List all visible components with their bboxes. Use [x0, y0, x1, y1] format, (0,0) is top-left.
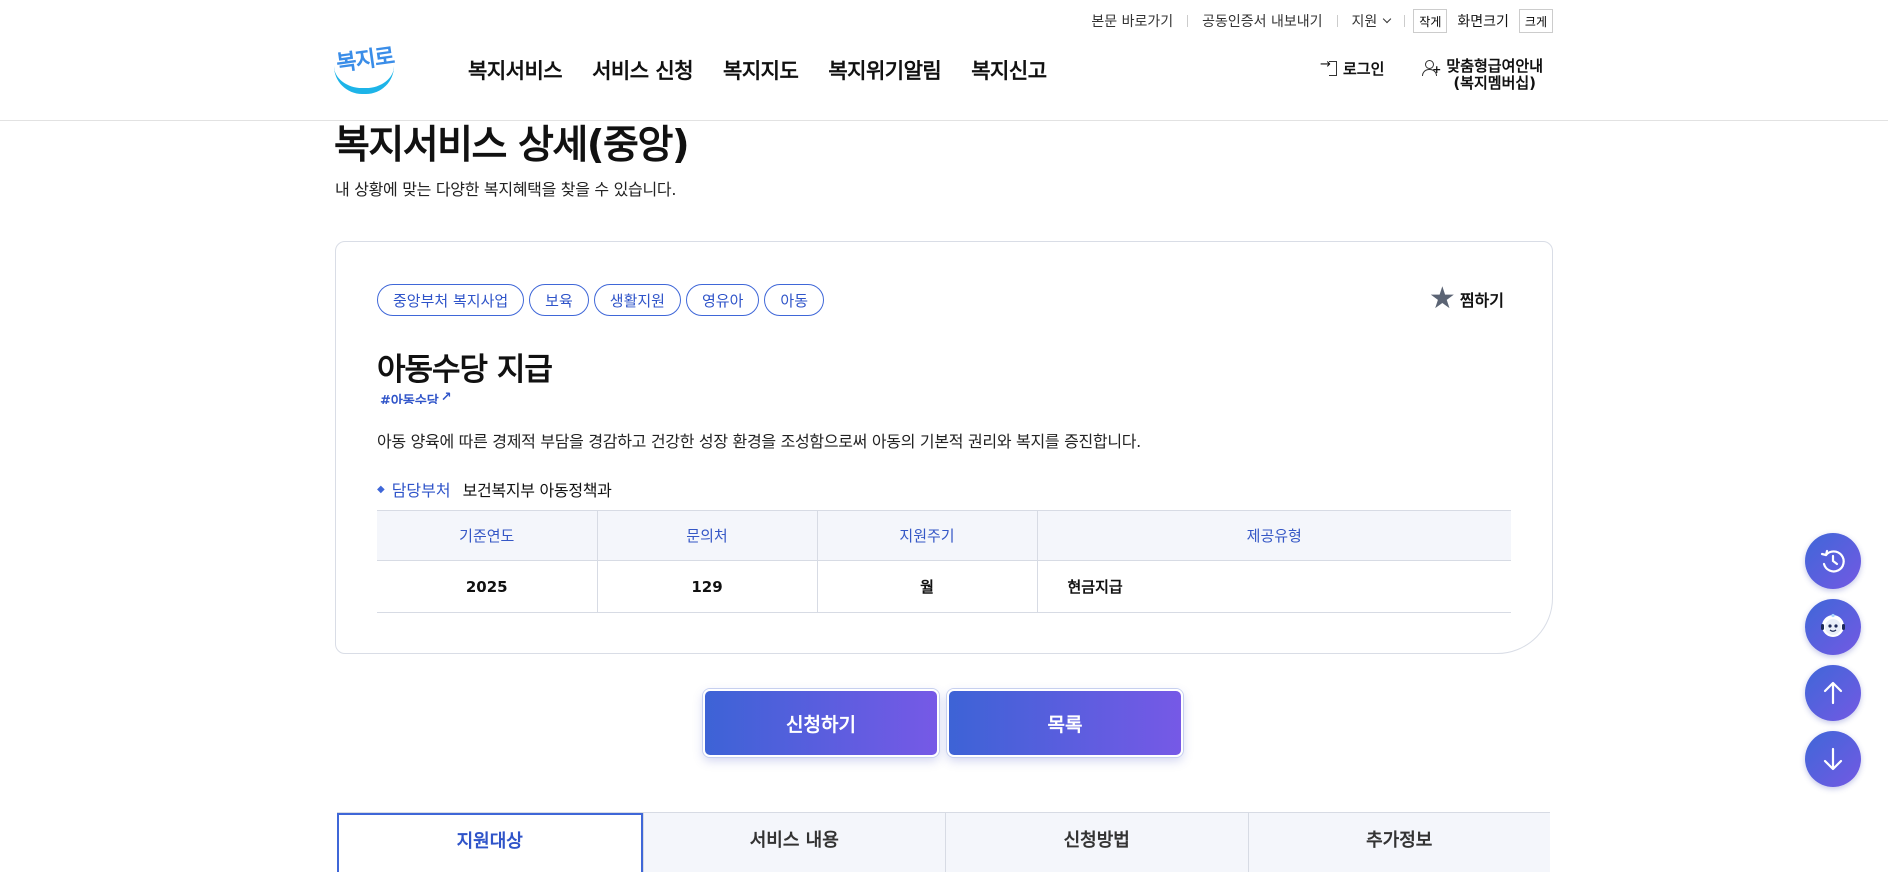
- scroll-bottom-button[interactable]: [1805, 731, 1861, 787]
- header-cycle: 지원주기: [816, 510, 1037, 561]
- page-title: 복지서비스 상세(중앙): [334, 123, 690, 168]
- page-subtitle: 내 상황에 맞는 다양한 복지혜택을 찾을 수 있습니다.: [335, 180, 677, 199]
- table-header-row: 기준연도 문의처 지원주기 제공유형: [377, 510, 1511, 561]
- login-label: 로그인: [1342, 60, 1385, 78]
- scroll-top-button[interactable]: [1805, 665, 1861, 721]
- cell-provision-type: 현금지급: [1036, 560, 1511, 613]
- header-actions: 로그인 + 맞춤형급여안내 (복지멤버십): [1320, 57, 1543, 92]
- membership-label: 맞춤형급여안내 (복지멤버십): [1446, 58, 1543, 92]
- language-label: 지원: [1351, 14, 1378, 30]
- nav-service-apply[interactable]: 서비스 신청: [592, 55, 693, 85]
- nav-welfare-report[interactable]: 복지신고: [971, 55, 1047, 85]
- chevron-down-icon: [1383, 14, 1392, 24]
- bookmark-label: 찜하기: [1459, 291, 1504, 310]
- tag-child[interactable]: 아동: [764, 284, 824, 316]
- arrow-up-icon: [1823, 681, 1843, 705]
- header-base-year: 기준연도: [377, 510, 597, 561]
- category-tags: 중앙부처 복지사업 보육 생활지원 영유아 아동: [377, 284, 824, 316]
- user-add-icon: +: [1422, 60, 1441, 76]
- tab-apply-method[interactable]: 신청방법: [945, 813, 1248, 872]
- cell-base-year: 2025: [377, 560, 597, 613]
- site-header: 복지로 복지서비스 서비스 신청 복지지도 복지위기알림 복지신고 로그인 + …: [0, 40, 1888, 121]
- list-button[interactable]: 목록: [947, 689, 1183, 757]
- floating-buttons: [1805, 533, 1861, 787]
- tab-service-content[interactable]: 서비스 내용: [642, 813, 945, 872]
- apply-button[interactable]: 신청하기: [703, 689, 939, 757]
- membership-line2: (복지멤버십): [1453, 74, 1537, 92]
- divider: [1404, 15, 1406, 27]
- tab-eligibility[interactable]: 지원대상: [337, 813, 643, 872]
- nav-welfare-map[interactable]: 복지지도: [723, 55, 799, 85]
- tag-childcare[interactable]: 보육: [529, 284, 589, 316]
- department-value: 보건복지부 아동정책과: [462, 481, 612, 500]
- hashtag-label: #아동수당: [380, 394, 439, 404]
- bookmark-button[interactable]: ★ 찜하기: [1428, 281, 1504, 316]
- cert-export-link[interactable]: 공동인증서 내보내기: [1188, 11, 1336, 31]
- table-row: 2025 129 월 현금지급: [377, 560, 1511, 613]
- font-small-button[interactable]: 작게: [1413, 9, 1448, 33]
- login-icon: [1320, 57, 1337, 76]
- service-title: 아동수당 지급: [377, 352, 553, 388]
- header-contact: 문의처: [596, 510, 817, 561]
- membership-line1: 맞춤형급여안내: [1446, 57, 1543, 75]
- star-icon: ★: [1428, 281, 1456, 316]
- cell-cycle: 월: [816, 560, 1037, 613]
- language-select[interactable]: 지원: [1338, 11, 1405, 31]
- font-size-control: 작게 화면크기 크게: [1413, 9, 1553, 33]
- nav-welfare-services[interactable]: 복지서비스: [468, 55, 563, 85]
- font-size-label: 화면크기: [1457, 14, 1509, 30]
- history-icon: [1820, 549, 1845, 573]
- hashtag-link[interactable]: #아동수당 ↗: [380, 390, 452, 404]
- recent-history-button[interactable]: [1805, 533, 1861, 589]
- skip-to-content-link[interactable]: 본문 바로가기: [1077, 11, 1187, 31]
- header-provision-type: 제공유형: [1036, 510, 1511, 561]
- diamond-bullet-icon: ◆: [377, 483, 385, 495]
- utility-bar: 본문 바로가기 공동인증서 내보내기 지원 작게 화면크기 크게: [0, 0, 1888, 40]
- external-link-icon: ↗: [440, 390, 452, 404]
- tab-additional-info[interactable]: 추가정보: [1247, 813, 1550, 872]
- tag-central-ministry[interactable]: 중앙부처 복지사업: [377, 284, 525, 316]
- site-logo[interactable]: 복지로: [334, 42, 396, 96]
- chatbot-button[interactable]: [1805, 599, 1861, 655]
- chatbot-icon: [1821, 613, 1845, 637]
- login-button[interactable]: 로그인: [1320, 57, 1385, 79]
- department-info: ◆ 담당부처 보건복지부 아동정책과: [377, 477, 612, 501]
- service-detail-card: 중앙부처 복지사업 보육 생활지원 영유아 아동 ★ 찜하기 아동수당 지급 #…: [335, 241, 1553, 654]
- service-description: 아동 양육에 따른 경제적 부담을 경감하고 건강한 성장 환경을 조성함으로써…: [377, 432, 1141, 451]
- nav-crisis-alert[interactable]: 복지위기알림: [828, 55, 941, 85]
- department-label: 담당부처: [391, 481, 451, 500]
- detail-tabs: 지원대상 서비스 내용 신청방법 추가정보: [337, 812, 1550, 872]
- cell-contact: 129: [596, 560, 817, 613]
- main-nav: 복지서비스 서비스 신청 복지지도 복지위기알림 복지신고: [468, 55, 1047, 85]
- arrow-down-icon: [1823, 747, 1843, 771]
- tag-infant[interactable]: 영유아: [685, 284, 760, 316]
- service-info-table: 기준연도 문의처 지원주기 제공유형 2025 129 월 현금지급: [377, 510, 1511, 613]
- logo-smile-icon: [334, 66, 394, 94]
- action-buttons: 신청하기 목록: [703, 689, 1183, 757]
- membership-button[interactable]: + 맞춤형급여안내 (복지멤버십): [1422, 58, 1543, 92]
- font-large-button[interactable]: 크게: [1518, 9, 1553, 33]
- tag-living-support[interactable]: 생활지원: [593, 284, 681, 316]
- utility-links: 본문 바로가기 공동인증서 내보내기 지원 작게 화면크기 크게: [1077, 9, 1553, 33]
